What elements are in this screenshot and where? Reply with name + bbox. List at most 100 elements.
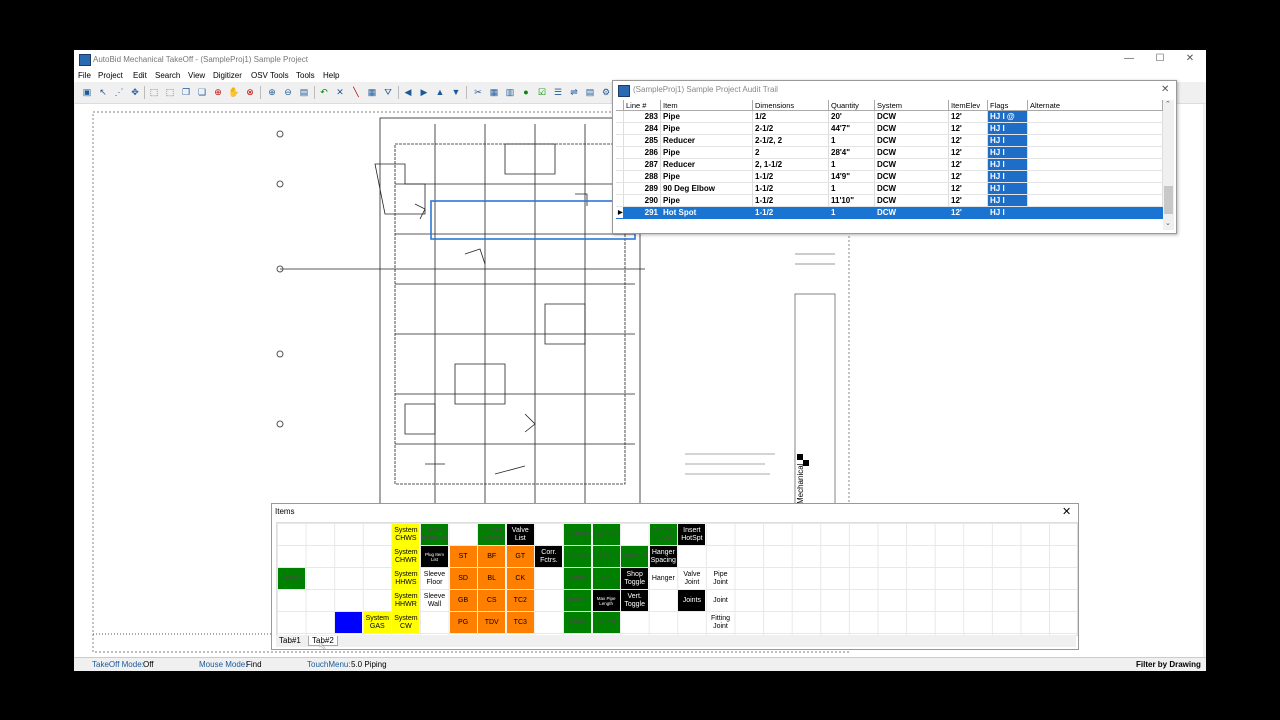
- item-button-drawing[interactable]: Drawing: [564, 590, 591, 611]
- item-button-system[interactable]: System: [564, 524, 591, 545]
- item-button-joints[interactable]: Joints: [678, 590, 706, 611]
- item-button-system-chwr[interactable]: System CHWR: [392, 546, 420, 567]
- paste-icon[interactable]: ❏: [196, 86, 208, 98]
- grid-icon[interactable]: ▦: [488, 86, 500, 98]
- item-button-hanger-toggle[interactable]: Hanger Toggle: [649, 524, 677, 545]
- item-button-hanger[interactable]: Hanger: [650, 568, 677, 589]
- hand-icon[interactable]: ✋: [228, 86, 240, 98]
- item-button-system-cw[interactable]: System CW: [392, 612, 420, 633]
- item-button-tc3[interactable]: TC3: [506, 612, 534, 633]
- undo-icon[interactable]: ↶: [318, 86, 330, 98]
- item-button-plug-item-list[interactable]: Plug Item List: [421, 546, 448, 567]
- lasso-icon[interactable]: ⋰: [113, 86, 125, 98]
- play-icon[interactable]: ●: [520, 86, 532, 98]
- item-button-symbol[interactable]: Symbol: [592, 524, 620, 545]
- menu-file[interactable]: File: [78, 71, 91, 80]
- item-button-cs[interactable]: CS: [478, 590, 506, 611]
- menu-project[interactable]: Project: [98, 71, 123, 80]
- menu-edit[interactable]: Edit: [133, 71, 147, 80]
- report-icon[interactable]: ▤: [584, 86, 596, 98]
- close-button[interactable]: ✕: [1183, 53, 1197, 65]
- item-button-sleeve-wall[interactable]: Sleeve Wall: [421, 590, 448, 611]
- item-button-system-hhwr[interactable]: System HHWR: [392, 590, 420, 611]
- zoom-in-icon[interactable]: ⊕: [266, 86, 278, 98]
- item-button-tdv[interactable]: TDV: [478, 612, 506, 633]
- col-system[interactable]: System: [875, 100, 949, 111]
- audit-scrollbar[interactable]: ⌃ ⌄: [1163, 100, 1174, 230]
- item-button-line[interactable]: Line: [592, 546, 620, 567]
- arrow-down-icon[interactable]: ▼: [450, 86, 462, 98]
- item-button-cut-list[interactable]: Cut list: [278, 568, 305, 589]
- menu-search[interactable]: Search: [155, 71, 180, 80]
- audit-row[interactable]: 288 Pipe 1-1/2 14'9" DCW 12' HJ I: [616, 171, 1163, 183]
- audit-row[interactable]: 287 Reducer 2, 1-1/2 1 DCW 12' HJ I: [616, 159, 1163, 171]
- menu-view[interactable]: View: [188, 71, 205, 80]
- pointer-icon[interactable]: ↖: [97, 86, 109, 98]
- audit-close-button[interactable]: ✕: [1161, 84, 1169, 95]
- audit-row[interactable]: ▶ 291 Hot Spot 1-1/2 1 DCW 12' HJ I: [616, 207, 1163, 219]
- scroll-up-icon[interactable]: ⌃: [1165, 100, 1171, 108]
- items-close-button[interactable]: ✕: [1062, 505, 1071, 518]
- tab-1[interactable]: Tab#1: [276, 636, 304, 645]
- item-button-pg[interactable]: PG: [449, 612, 477, 633]
- item-button-system-hhws[interactable]: System HHWS: [392, 568, 420, 589]
- item-button-tc2[interactable]: TC2: [506, 590, 534, 611]
- filter-by-drawing[interactable]: Filter by Drawing: [1136, 660, 1201, 669]
- check-icon[interactable]: ☑: [536, 86, 548, 98]
- col-dimensions[interactable]: Dimensions: [753, 100, 829, 111]
- zoom-out-icon[interactable]: ⊖: [282, 86, 294, 98]
- item-button-valve-list[interactable]: Valve List: [506, 524, 534, 545]
- item-button-bl[interactable]: BL: [478, 568, 506, 589]
- move-icon[interactable]: ✥: [129, 86, 141, 98]
- audit-row[interactable]: 284 Pipe 2-1/2 44'7" DCW 12' HJ I: [616, 123, 1163, 135]
- lines-icon[interactable]: ☰: [552, 86, 564, 98]
- item-button-gt[interactable]: GT: [506, 546, 534, 567]
- item-button-floor[interactable]: Floor: [564, 612, 591, 633]
- item-button-alt[interactable]: Alt: [592, 568, 620, 589]
- col-itemelev[interactable]: ItemElev: [949, 100, 988, 111]
- col-item[interactable]: Item: [661, 100, 753, 111]
- item-button-valve-joint[interactable]: Valve Joint: [678, 568, 705, 589]
- scrollbar-thumb[interactable]: [1164, 186, 1173, 214]
- item-button-fitting-joint[interactable]: Fitting Joint: [707, 612, 734, 633]
- copy-icon[interactable]: ❐: [180, 86, 192, 98]
- settings-icon[interactable]: ⚙: [600, 86, 612, 98]
- item-button-sleeve-floor[interactable]: Sleeve Floor: [421, 568, 448, 589]
- cut-icon[interactable]: ✕: [334, 86, 346, 98]
- item-button-bf[interactable]: BF: [478, 546, 506, 567]
- item-button-zone[interactable]: Zone: [564, 568, 591, 589]
- menu-osv-tools[interactable]: OSV Tools: [251, 71, 289, 80]
- item-button-gb[interactable]: GB: [449, 590, 477, 611]
- item-button-sd[interactable]: SD: [449, 568, 477, 589]
- audit-row[interactable]: 290 Pipe 1-1/2 11'10" DCW 12' HJ I: [616, 195, 1163, 207]
- item-button-system-gas[interactable]: System GAS: [363, 612, 391, 633]
- col-line[interactable]: Line #: [624, 100, 661, 111]
- item-button-max-pipe-length[interactable]: Max Pipe Length: [592, 590, 620, 611]
- item-button-blank[interactable]: [335, 612, 363, 633]
- connect-icon[interactable]: ⇌: [568, 86, 580, 98]
- arrow-right-icon[interactable]: ▶: [418, 86, 430, 98]
- pipe-icon[interactable]: ╲: [350, 86, 362, 98]
- rect-select-icon[interactable]: ⬚: [164, 86, 176, 98]
- audit-row[interactable]: 289 90 Deg Elbow 1-1/2 1 DCW 12' HJ I: [616, 183, 1163, 195]
- item-button-select-itemgrp[interactable]: Select ItemGrp: [421, 524, 448, 545]
- stop-icon[interactable]: ⊗: [244, 86, 256, 98]
- item-button-st[interactable]: ST: [449, 546, 477, 567]
- minimize-button[interactable]: —: [1122, 53, 1136, 65]
- item-button-select-symbo[interactable]: Select SymbO: [478, 524, 506, 545]
- item-button-insert-hotspt[interactable]: Insert HotSpt: [678, 524, 706, 545]
- item-button-hanger-spacing[interactable]: Hanger Spacing: [649, 546, 677, 567]
- item-button-select[interactable]: Select: [592, 612, 620, 633]
- save-icon[interactable]: ▦: [366, 86, 378, 98]
- fit-icon[interactable]: ▤: [298, 86, 310, 98]
- filter-icon[interactable]: ⛛: [382, 86, 394, 98]
- item-button-vert-toggle[interactable]: Vert. Toggle: [621, 590, 649, 611]
- tools-icon[interactable]: ✂: [472, 86, 484, 98]
- arrow-up-icon[interactable]: ▲: [434, 86, 446, 98]
- item-button-joint[interactable]: Joint: [707, 590, 734, 611]
- maximize-button[interactable]: ☐: [1153, 53, 1167, 65]
- menu-digitizer[interactable]: Digitizer: [213, 71, 242, 80]
- col-quantity[interactable]: Quantity: [829, 100, 875, 111]
- item-button-corr-fctrs[interactable]: Corr. Fctrs.: [535, 546, 563, 567]
- item-button-system-chws[interactable]: System CHWS: [392, 524, 420, 545]
